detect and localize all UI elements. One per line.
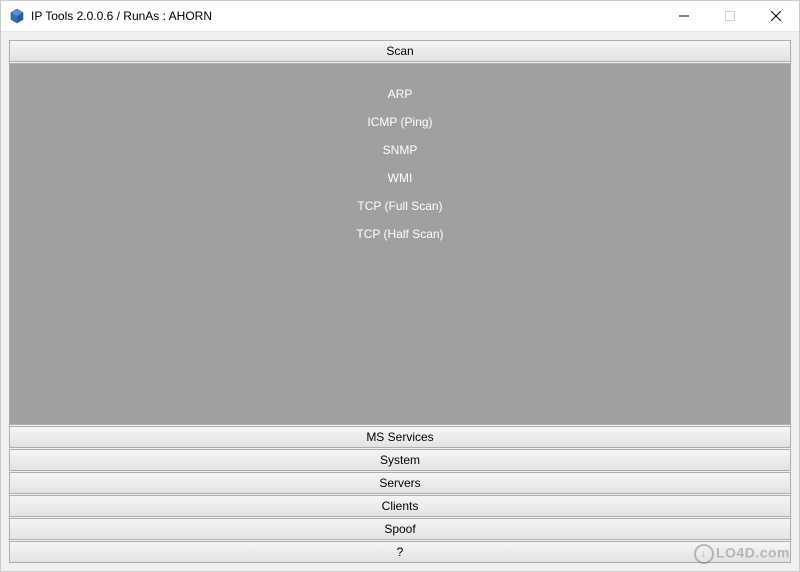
app-icon [9, 8, 25, 24]
section-ms-services[interactable]: MS Services [9, 426, 791, 448]
section-spoof-label: Spoof [384, 522, 415, 536]
app-window: IP Tools 2.0.0.6 / RunAs : AHORN Scan AR… [0, 0, 800, 572]
scan-item-snmp[interactable]: SNMP [383, 136, 418, 164]
window-controls [661, 1, 799, 31]
minimize-button[interactable] [661, 1, 707, 31]
close-button[interactable] [753, 1, 799, 31]
window-title: IP Tools 2.0.0.6 / RunAs : AHORN [31, 9, 661, 23]
scan-item-arp[interactable]: ARP [388, 80, 413, 108]
download-icon: ↓ [694, 544, 714, 564]
section-servers-label: Servers [379, 476, 420, 490]
scan-item-tcp-half[interactable]: TCP (Half Scan) [356, 220, 443, 248]
titlebar: IP Tools 2.0.0.6 / RunAs : AHORN [1, 1, 799, 32]
section-spoof[interactable]: Spoof [9, 518, 791, 540]
section-help[interactable]: ? [9, 541, 791, 563]
section-system[interactable]: System [9, 449, 791, 471]
section-servers[interactable]: Servers [9, 472, 791, 494]
section-help-label: ? [397, 545, 404, 559]
watermark-text: LO4D.com [716, 545, 790, 561]
maximize-button[interactable] [707, 1, 753, 31]
scan-item-tcp-full[interactable]: TCP (Full Scan) [357, 192, 442, 220]
section-clients-label: Clients [382, 499, 419, 513]
section-clients[interactable]: Clients [9, 495, 791, 517]
scan-item-icmp[interactable]: ICMP (Ping) [367, 108, 432, 136]
section-scan-label: Scan [386, 44, 413, 58]
section-scan[interactable]: Scan [9, 40, 791, 62]
section-ms-services-label: MS Services [366, 430, 433, 444]
scan-item-wmi[interactable]: WMI [388, 164, 413, 192]
scan-panel: ARP ICMP (Ping) SNMP WMI TCP (Full Scan)… [9, 63, 791, 425]
client-area: Scan ARP ICMP (Ping) SNMP WMI TCP (Full … [1, 32, 799, 571]
section-system-label: System [380, 453, 420, 467]
watermark: ↓LO4D.com [694, 544, 790, 564]
